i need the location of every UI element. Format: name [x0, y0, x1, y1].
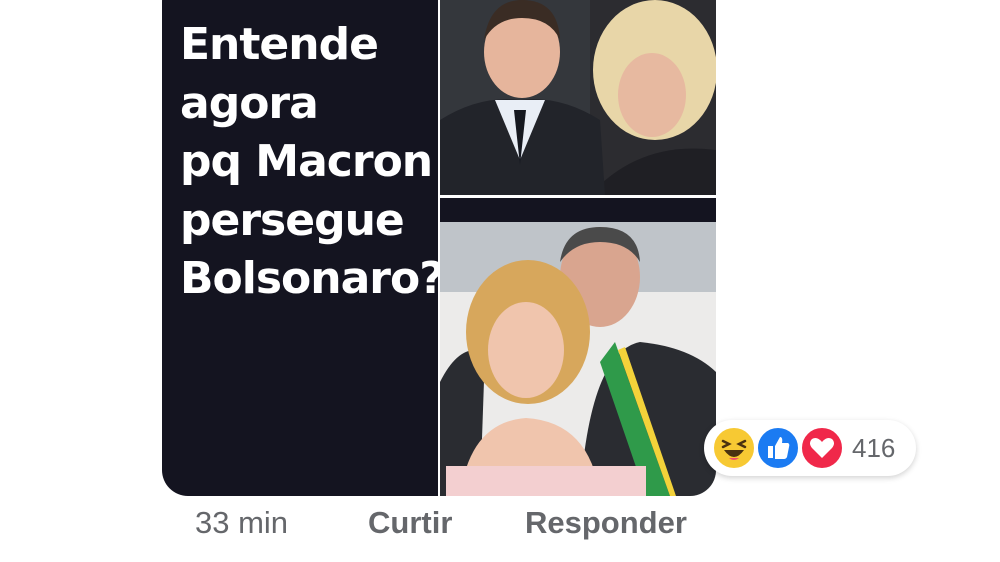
- comment-image[interactable]: Entende agora pq Macron persegue Bolsona…: [162, 0, 716, 496]
- reactions-summary[interactable]: 416: [704, 420, 916, 476]
- meme-line: persegue: [180, 194, 405, 246]
- reaction-count[interactable]: 416: [852, 433, 895, 464]
- like-button[interactable]: Curtir: [368, 505, 452, 541]
- reply-button[interactable]: Responder: [525, 505, 687, 541]
- photo-couple-top: [440, 0, 716, 195]
- photo-couple-bottom-illustration: [440, 222, 716, 496]
- meme-caption: Entende agora pq Macron persegue Bolsona…: [180, 16, 445, 309]
- photo-couple-bottom: [440, 222, 716, 496]
- meme-line: pq Macron: [180, 136, 433, 187]
- haha-icon: [712, 426, 756, 470]
- like-icon: [756, 426, 800, 470]
- meme-line: Bolsonaro?: [180, 253, 445, 304]
- photo-couple-top-illustration: [440, 0, 716, 195]
- love-icon: [800, 426, 844, 470]
- image-divider: [440, 195, 716, 198]
- meme-line: Entende: [180, 19, 379, 70]
- meme-line: agora: [180, 77, 319, 129]
- comment-timestamp[interactable]: 33 min: [195, 505, 288, 541]
